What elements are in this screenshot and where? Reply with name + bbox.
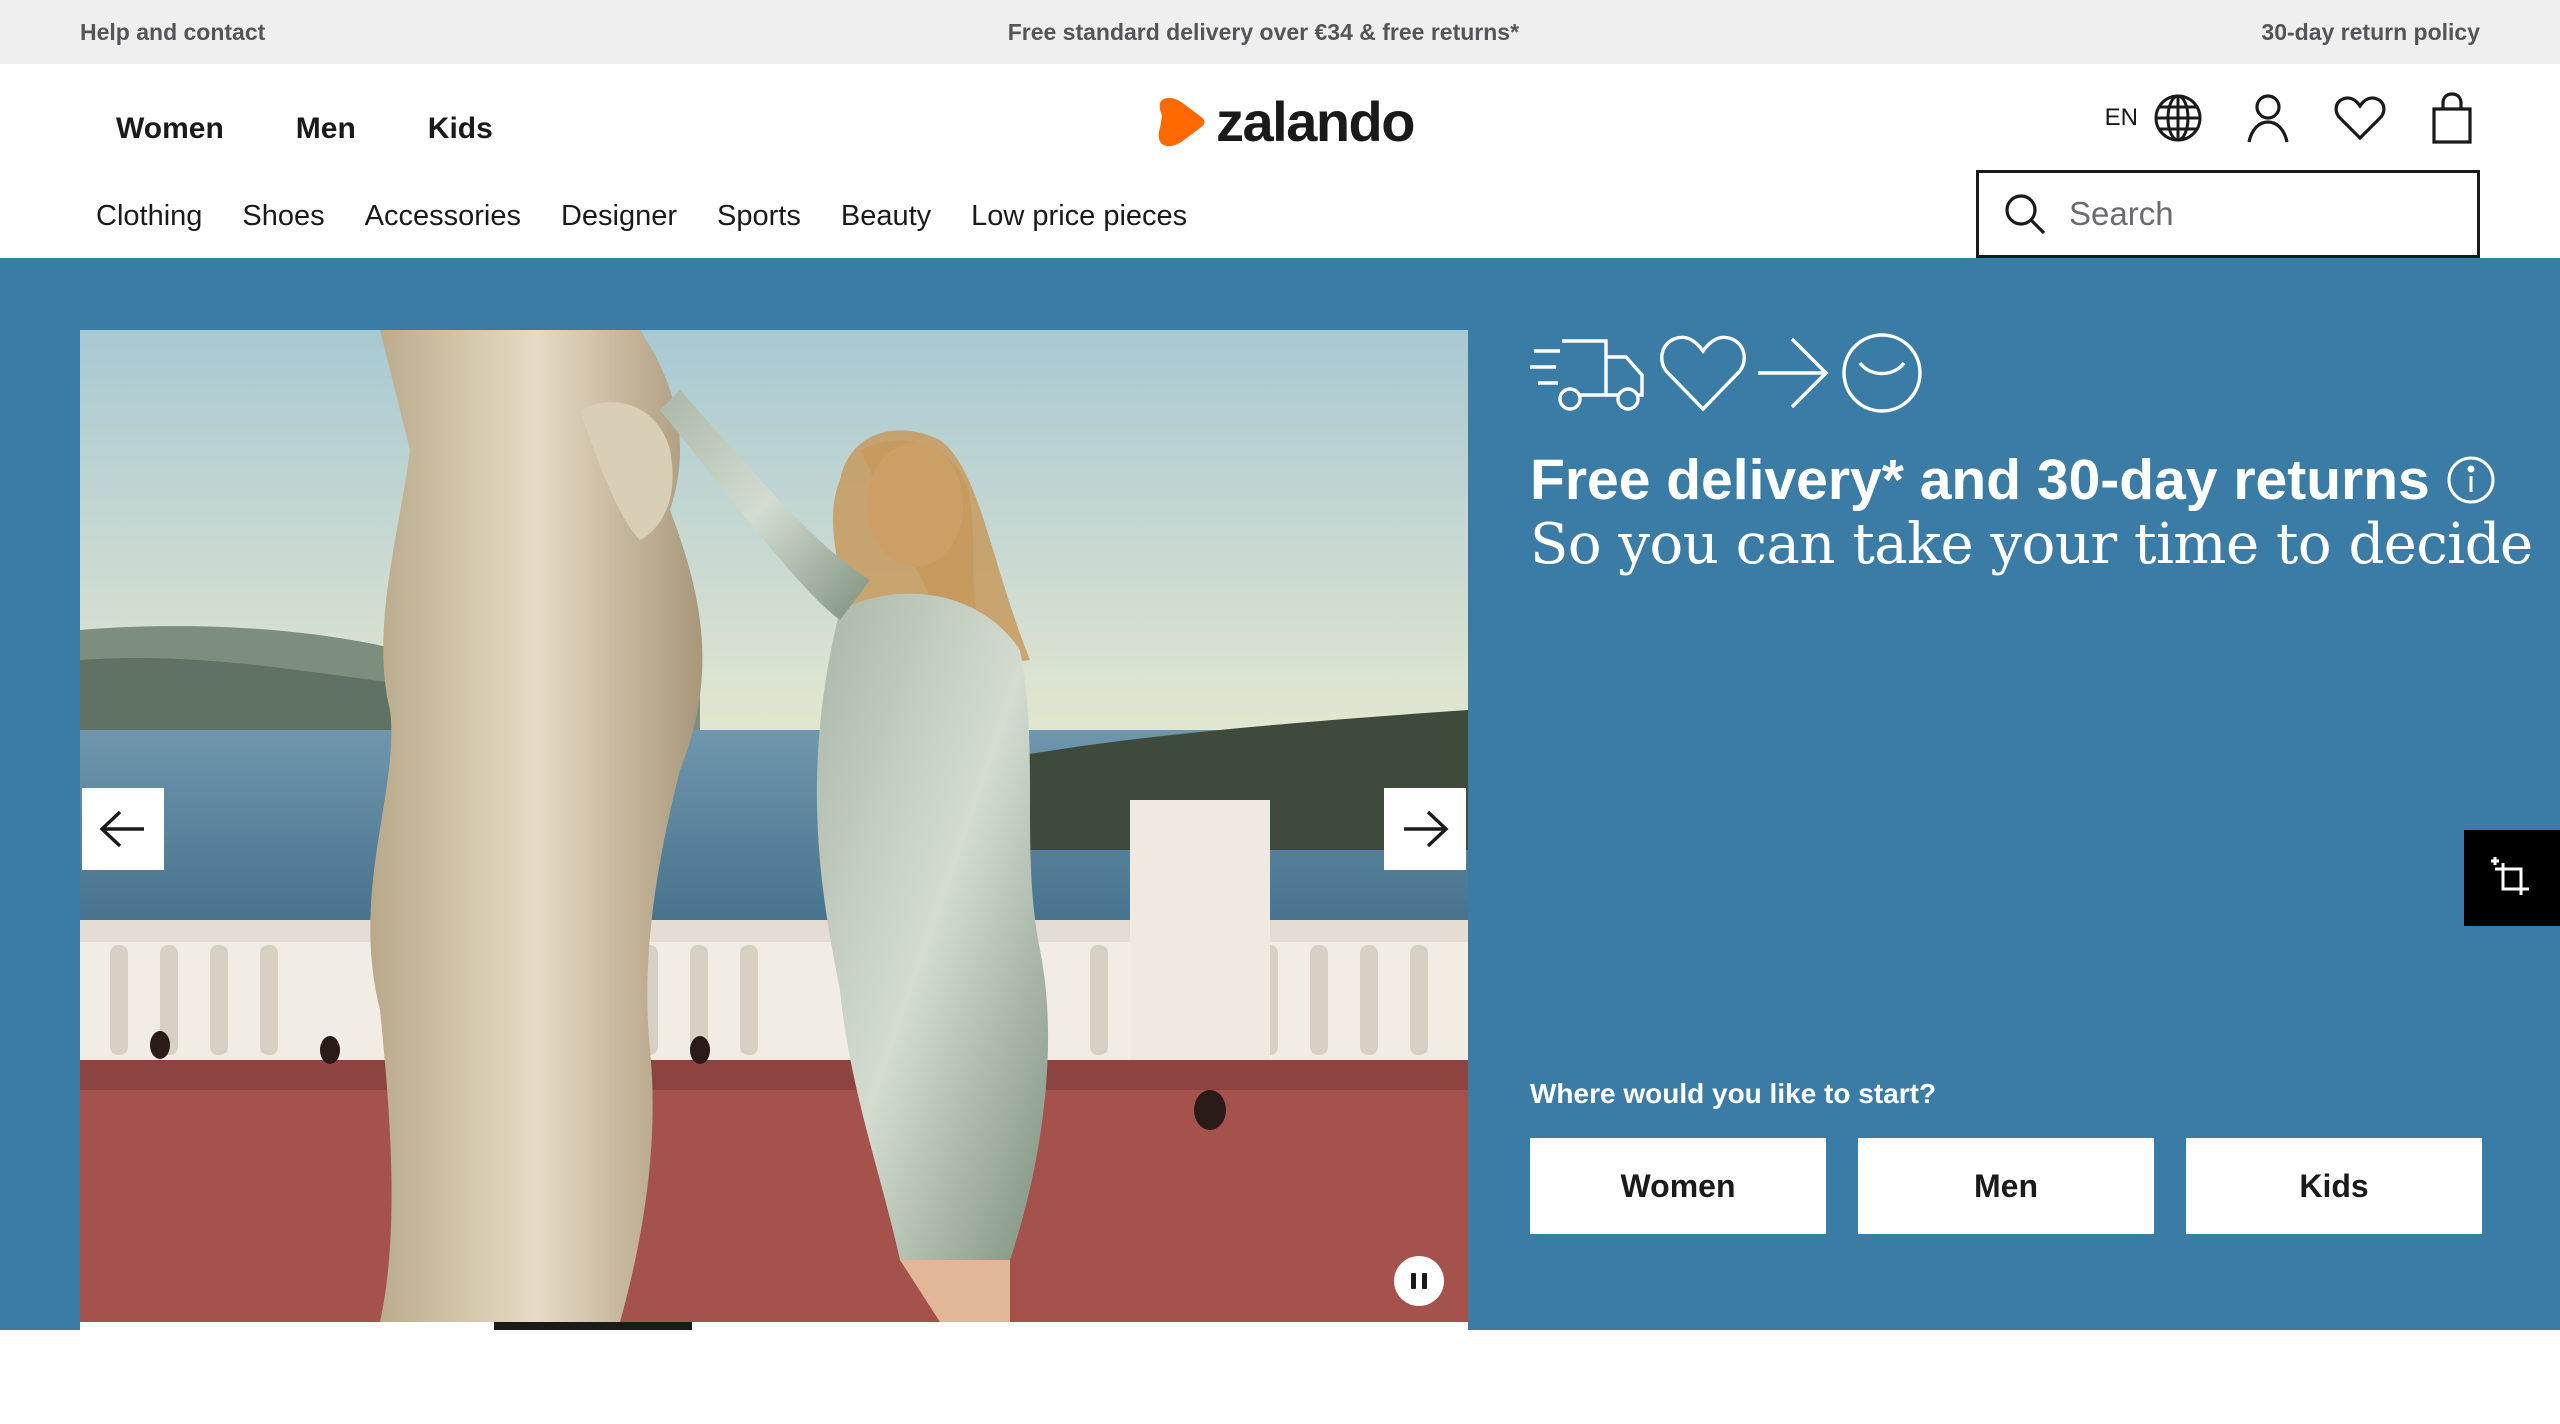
category-designer[interactable]: Designer (561, 196, 677, 236)
floating-feedback-button[interactable] (2464, 830, 2560, 926)
hero-campaign-image[interactable] (80, 330, 1468, 1322)
site-header: Women Men Kids zalando EN Clothing Shoes… (0, 64, 2560, 258)
category-nav: Clothing Shoes Accessories Designer Spor… (96, 196, 1187, 236)
logo-flag-icon (1158, 97, 1205, 147)
language-code: EN (2104, 104, 2138, 131)
account-icon (2247, 94, 2289, 143)
shopping-bag-button[interactable] (2424, 90, 2480, 146)
carousel-next-button[interactable] (1384, 788, 1466, 870)
carousel-progress-track (80, 1322, 1468, 1330)
carousel-pause-button[interactable] (1394, 1256, 1444, 1306)
delivery-promo: Free delivery* and 30-day returns So you… (1530, 328, 2533, 578)
delivery-truck-icon (1530, 339, 1644, 411)
shopping-bag-icon (2432, 92, 2472, 144)
promo-icon-row (1530, 328, 2533, 418)
search-icon (2005, 194, 2046, 235)
header-actions: EN (2105, 90, 2480, 146)
gender-nav-kids[interactable]: Kids (392, 104, 529, 154)
search-input[interactable] (2069, 195, 2449, 233)
zalando-logo[interactable]: zalando (1154, 90, 1415, 153)
delivery-info-link[interactable]: Free standard delivery over €34 & free r… (1008, 19, 1519, 46)
crop-sparkle-icon (2491, 857, 2529, 895)
pause-icon (1411, 1273, 1416, 1289)
start-women-button[interactable]: Women (1530, 1138, 1826, 1234)
promo-title: Free delivery* and 30-day returns (1530, 448, 2430, 512)
hero-banner: Free delivery* and 30-day returns So you… (0, 258, 2560, 1330)
carousel-prev-button[interactable] (82, 788, 164, 870)
carousel-progress-indicator (494, 1322, 693, 1330)
arrow-left-icon (99, 810, 144, 848)
gender-nav-women[interactable]: Women (80, 104, 260, 154)
globe-icon (2154, 94, 2202, 142)
arrow-right-outline-icon (1758, 337, 1829, 409)
promo-subtitle: So you can take your time to decide (1530, 512, 2533, 577)
language-selector[interactable]: EN (2105, 92, 2204, 144)
category-beauty[interactable]: Beauty (841, 196, 931, 236)
smiley-icon (1842, 333, 1922, 413)
category-sports[interactable]: Sports (717, 196, 801, 236)
search-box[interactable] (1976, 170, 2480, 258)
category-shoes[interactable]: Shoes (242, 196, 324, 236)
start-men-button[interactable]: Men (1858, 1138, 2154, 1234)
promo-title-row: Free delivery* and 30-day returns (1530, 446, 2533, 514)
help-contact-link[interactable]: Help and contact (80, 19, 265, 46)
start-buttons: Women Men Kids (1530, 1138, 2482, 1234)
campaign-photo (80, 330, 1468, 1322)
gender-nav: Women Men Kids (80, 104, 529, 154)
gender-nav-men[interactable]: Men (260, 104, 392, 154)
category-clothing[interactable]: Clothing (96, 196, 202, 236)
top-utility-bar: Help and contact Free standard delivery … (0, 0, 2560, 64)
category-low-price-pieces[interactable]: Low price pieces (971, 196, 1187, 236)
heart-outline-icon (1660, 335, 1746, 412)
category-accessories[interactable]: Accessories (365, 196, 521, 236)
account-button[interactable] (2240, 90, 2296, 146)
start-question: Where would you like to start? (1530, 1078, 1937, 1109)
logo-wordmark: zalando (1216, 90, 1415, 153)
arrow-right-icon (1404, 810, 1449, 848)
wishlist-button[interactable] (2332, 90, 2388, 146)
start-kids-button[interactable]: Kids (2186, 1138, 2482, 1234)
info-icon[interactable] (2446, 455, 2496, 505)
wishlist-heart-icon (2334, 96, 2386, 141)
return-policy-link[interactable]: 30-day return policy (2261, 19, 2480, 46)
